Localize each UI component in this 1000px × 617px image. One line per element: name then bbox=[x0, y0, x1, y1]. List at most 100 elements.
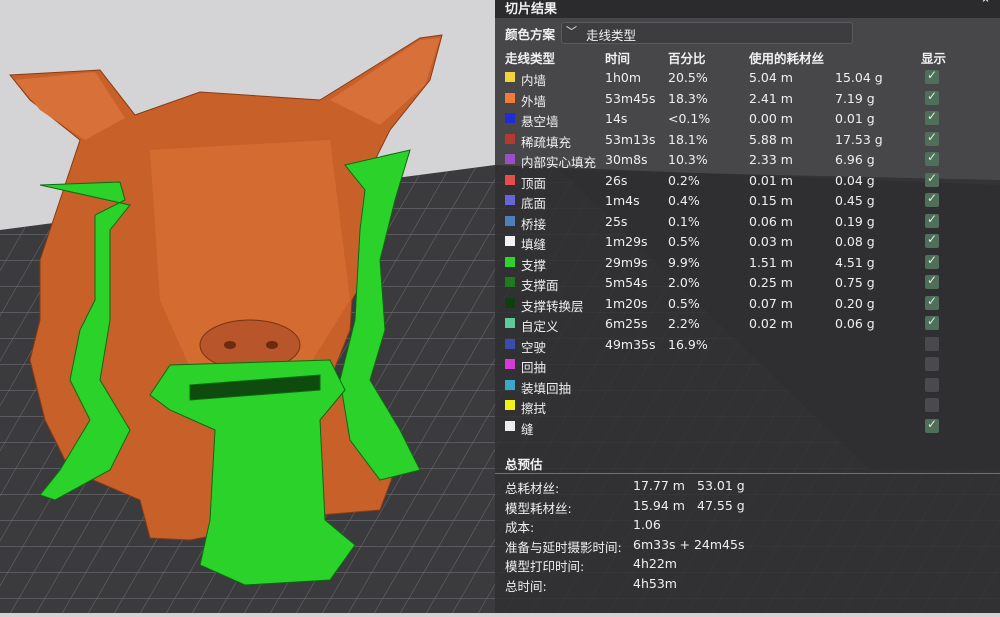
color-scheme-label: 颜色方案 bbox=[505, 27, 556, 42]
feature-percent: 9.9% bbox=[668, 254, 700, 270]
show-checkbox[interactable] bbox=[925, 273, 939, 289]
feature-label: 内墙 bbox=[521, 73, 547, 88]
summary-value-1: 15.94 m bbox=[633, 497, 685, 513]
double-chevron-up-icon[interactable]: ⌃ bbox=[980, 0, 991, 12]
feature-time: 14s bbox=[605, 111, 628, 126]
feature-length: 0.01 m bbox=[749, 172, 793, 188]
color-swatch bbox=[505, 154, 515, 164]
feature-time: 49m35s bbox=[605, 336, 656, 352]
summary-value-2: 47.55 g bbox=[697, 497, 745, 513]
color-swatch bbox=[505, 318, 515, 328]
feature-length: 1.51 m bbox=[749, 254, 793, 270]
color-scheme-dropdown[interactable]: ﹀ 走线类型 bbox=[561, 22, 853, 44]
show-checkbox[interactable] bbox=[925, 357, 939, 371]
feature-weight: 0.45 g bbox=[835, 193, 875, 208]
feature-label: 稀疏填充 bbox=[521, 134, 572, 150]
feature-length: 0.07 m bbox=[749, 295, 793, 311]
feature-weight: 7.19 g bbox=[835, 90, 875, 106]
feature-percent: 20.5% bbox=[668, 70, 708, 85]
show-checkbox[interactable] bbox=[925, 89, 939, 105]
feature-row: 底面 1m4s 0.4% 0.15 m 0.45 g bbox=[495, 190, 1000, 211]
feature-length: 0.03 m bbox=[749, 234, 793, 249]
feature-time: 26s bbox=[605, 172, 628, 188]
color-swatch bbox=[505, 72, 515, 82]
show-checkbox[interactable] bbox=[925, 150, 939, 166]
feature-time: 6m25s bbox=[605, 316, 648, 331]
show-checkbox[interactable] bbox=[925, 377, 939, 392]
feature-length: 0.15 m bbox=[749, 193, 793, 208]
feature-time: 53m13s bbox=[605, 131, 656, 147]
feature-percent: 0.5% bbox=[668, 295, 700, 311]
feature-label: 支撑面 bbox=[521, 278, 559, 293]
panel-title: 切片结果 bbox=[505, 2, 558, 17]
show-checkbox[interactable] bbox=[925, 417, 939, 433]
feature-weight: 0.06 g bbox=[835, 316, 875, 331]
feature-row: 支撑面 5m54s 2.0% 0.25 m 0.75 g bbox=[495, 272, 1000, 293]
feature-time: 53m45s bbox=[605, 90, 656, 106]
summary-divider bbox=[495, 473, 1000, 474]
feature-weight: 0.08 g bbox=[835, 234, 875, 249]
feature-label: 桥接 bbox=[521, 216, 547, 232]
feature-row: 外墙 53m45s 18.3% 2.41 m 7.19 g bbox=[495, 88, 1000, 109]
feature-percent: 2.0% bbox=[668, 275, 700, 290]
feature-length: 2.41 m bbox=[749, 90, 793, 106]
summary-label: 成本: bbox=[505, 520, 535, 535]
feature-label: 回抽 bbox=[521, 360, 547, 375]
color-swatch bbox=[505, 277, 515, 287]
feature-label: 内部实心填充 bbox=[521, 155, 597, 170]
color-swatch bbox=[505, 92, 515, 103]
feature-row: 桥接 25s 0.1% 0.06 m 0.19 g bbox=[495, 211, 1000, 232]
summary-value-1: 4h22m bbox=[633, 556, 677, 571]
show-checkbox[interactable] bbox=[925, 191, 939, 207]
feature-label: 底面 bbox=[521, 196, 547, 211]
feature-time: 5m54s bbox=[605, 275, 648, 290]
panel-header[interactable]: 切片结果 ⌃ bbox=[495, 0, 1000, 18]
feature-percent: 0.1% bbox=[668, 213, 700, 229]
show-checkbox[interactable] bbox=[925, 109, 939, 125]
summary-label: 准备与延时摄影时间: bbox=[505, 539, 622, 555]
color-swatch bbox=[505, 256, 515, 267]
feature-time: 1m4s bbox=[605, 193, 640, 208]
feature-length: 5.88 m bbox=[749, 131, 793, 147]
show-checkbox[interactable] bbox=[925, 336, 939, 351]
color-swatch bbox=[505, 297, 515, 308]
feature-time: 1m29s bbox=[605, 234, 648, 249]
summary-value-1: 4h53m bbox=[633, 575, 677, 591]
color-swatch bbox=[505, 379, 515, 390]
show-checkbox[interactable] bbox=[925, 130, 939, 146]
summary-label: 总时间: bbox=[505, 578, 547, 594]
feature-length: 0.00 m bbox=[749, 111, 793, 126]
slice-results-panel: 切片结果 ⌃ 颜色方案 ﹀ 走线类型 走线类型 时间 百分比 使用的耗材丝 显示… bbox=[495, 0, 1000, 613]
summary-value-1: 6m33s + 24m45s bbox=[633, 536, 745, 552]
feature-row: 支撑转换层 1m20s 0.5% 0.07 m 0.20 g bbox=[495, 293, 1000, 314]
show-checkbox[interactable] bbox=[925, 398, 939, 412]
feature-label: 支撑 bbox=[521, 257, 547, 273]
feature-percent: 0.4% bbox=[668, 193, 700, 208]
color-swatch bbox=[505, 236, 515, 246]
feature-row: 缝 bbox=[495, 416, 1000, 437]
show-checkbox[interactable] bbox=[925, 68, 939, 84]
color-swatch bbox=[505, 359, 515, 369]
feature-length: 0.02 m bbox=[749, 316, 793, 331]
feature-weight: 17.53 g bbox=[835, 131, 883, 147]
feature-length: 0.25 m bbox=[749, 275, 793, 290]
feature-row: 回抽 bbox=[495, 354, 1000, 375]
show-checkbox[interactable] bbox=[925, 171, 939, 187]
summary-title: 总预估 bbox=[505, 457, 543, 472]
show-checkbox[interactable] bbox=[925, 294, 939, 310]
summary-label: 总耗材丝: bbox=[505, 481, 560, 496]
feature-weight: 0.04 g bbox=[835, 172, 875, 188]
feature-time: 1h0m bbox=[605, 70, 642, 85]
chevron-down-icon: ﹀ bbox=[566, 25, 577, 38]
show-checkbox[interactable] bbox=[925, 314, 939, 330]
feature-time: 1m20s bbox=[605, 295, 648, 311]
color-scheme-value: 走线类型 bbox=[586, 28, 637, 43]
feature-percent: 0.2% bbox=[668, 172, 700, 188]
show-checkbox[interactable] bbox=[925, 232, 939, 248]
show-checkbox[interactable] bbox=[925, 253, 939, 269]
show-checkbox[interactable] bbox=[925, 212, 939, 228]
column-header-show: 显示 bbox=[921, 51, 947, 66]
feature-percent: 16.9% bbox=[668, 336, 708, 352]
column-header-time: 时间 bbox=[605, 51, 631, 66]
feature-row: 支撑 29m9s 9.9% 1.51 m 4.51 g bbox=[495, 252, 1000, 273]
